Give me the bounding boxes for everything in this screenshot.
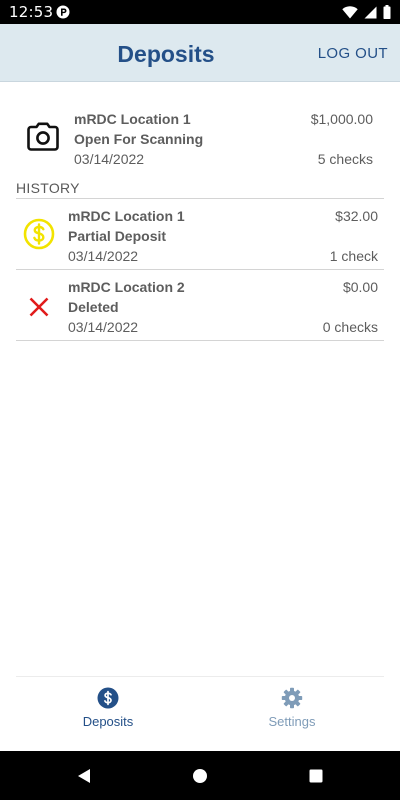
gear-icon [281,687,303,709]
history-status: Partial Deposit [68,228,167,244]
recents-icon[interactable] [308,768,324,784]
nav-label-deposits: Deposits [82,714,134,729]
deposit-amount: $1,000.00 [310,111,373,127]
system-nav-bar [0,751,400,800]
history-amount: $32.00 [335,208,378,224]
deposit-date: 03/14/2022 [74,151,145,167]
back-icon[interactable] [76,768,92,784]
history-check-count: 1 check [329,248,378,264]
history-check-count: 0 checks [322,319,378,335]
status-time: 12:53 [9,3,54,21]
dollar-circle-icon [97,687,119,709]
wifi-icon [342,5,358,18]
home-icon[interactable] [192,768,208,784]
history-status: Deleted [68,299,119,315]
history-item[interactable]: mRDC Location 2 Deleted 03/14/2022 $0.00… [16,270,384,341]
nav-tab-deposits[interactable]: Deposits [16,677,200,752]
app-header: Deposits LOG OUT [0,24,400,82]
close-x-icon [29,297,49,317]
status-bar: 12:53 [0,0,400,24]
nav-label-settings: Settings [268,714,316,729]
status-icons [342,5,391,19]
page-title: Deposits [117,41,215,67]
camera-icon [27,122,59,151]
history-date: 03/14/2022 [68,319,139,335]
logout-button[interactable]: LOG OUT [318,45,388,62]
deposit-check-count: 5 checks [317,151,373,167]
app-notification-icon [56,5,70,19]
history-item[interactable]: mRDC Location 1 Partial Deposit 03/14/20… [16,199,384,270]
deposit-location: mRDC Location 1 [74,111,191,127]
battery-icon [383,5,391,19]
signal-icon [364,6,377,18]
history-location: mRDC Location 2 [68,279,185,295]
nav-tab-settings[interactable]: Settings [200,677,384,752]
dollar-coin-icon [23,218,55,250]
history-location: mRDC Location 1 [68,208,185,224]
history-date: 03/14/2022 [68,248,139,264]
deposit-status: Open For Scanning [74,131,204,147]
app-root: 12:53 Deposits LOG OUT mRDC Location 1 O… [0,0,400,800]
history-heading: HISTORY [16,180,80,196]
history-amount: $0.00 [342,279,378,295]
bottom-nav: Deposits Settings [16,676,384,751]
history-list: mRDC Location 1 Partial Deposit 03/14/20… [16,198,384,341]
current-deposit-row[interactable]: mRDC Location 1 Open For Scanning 03/14/… [16,106,384,172]
